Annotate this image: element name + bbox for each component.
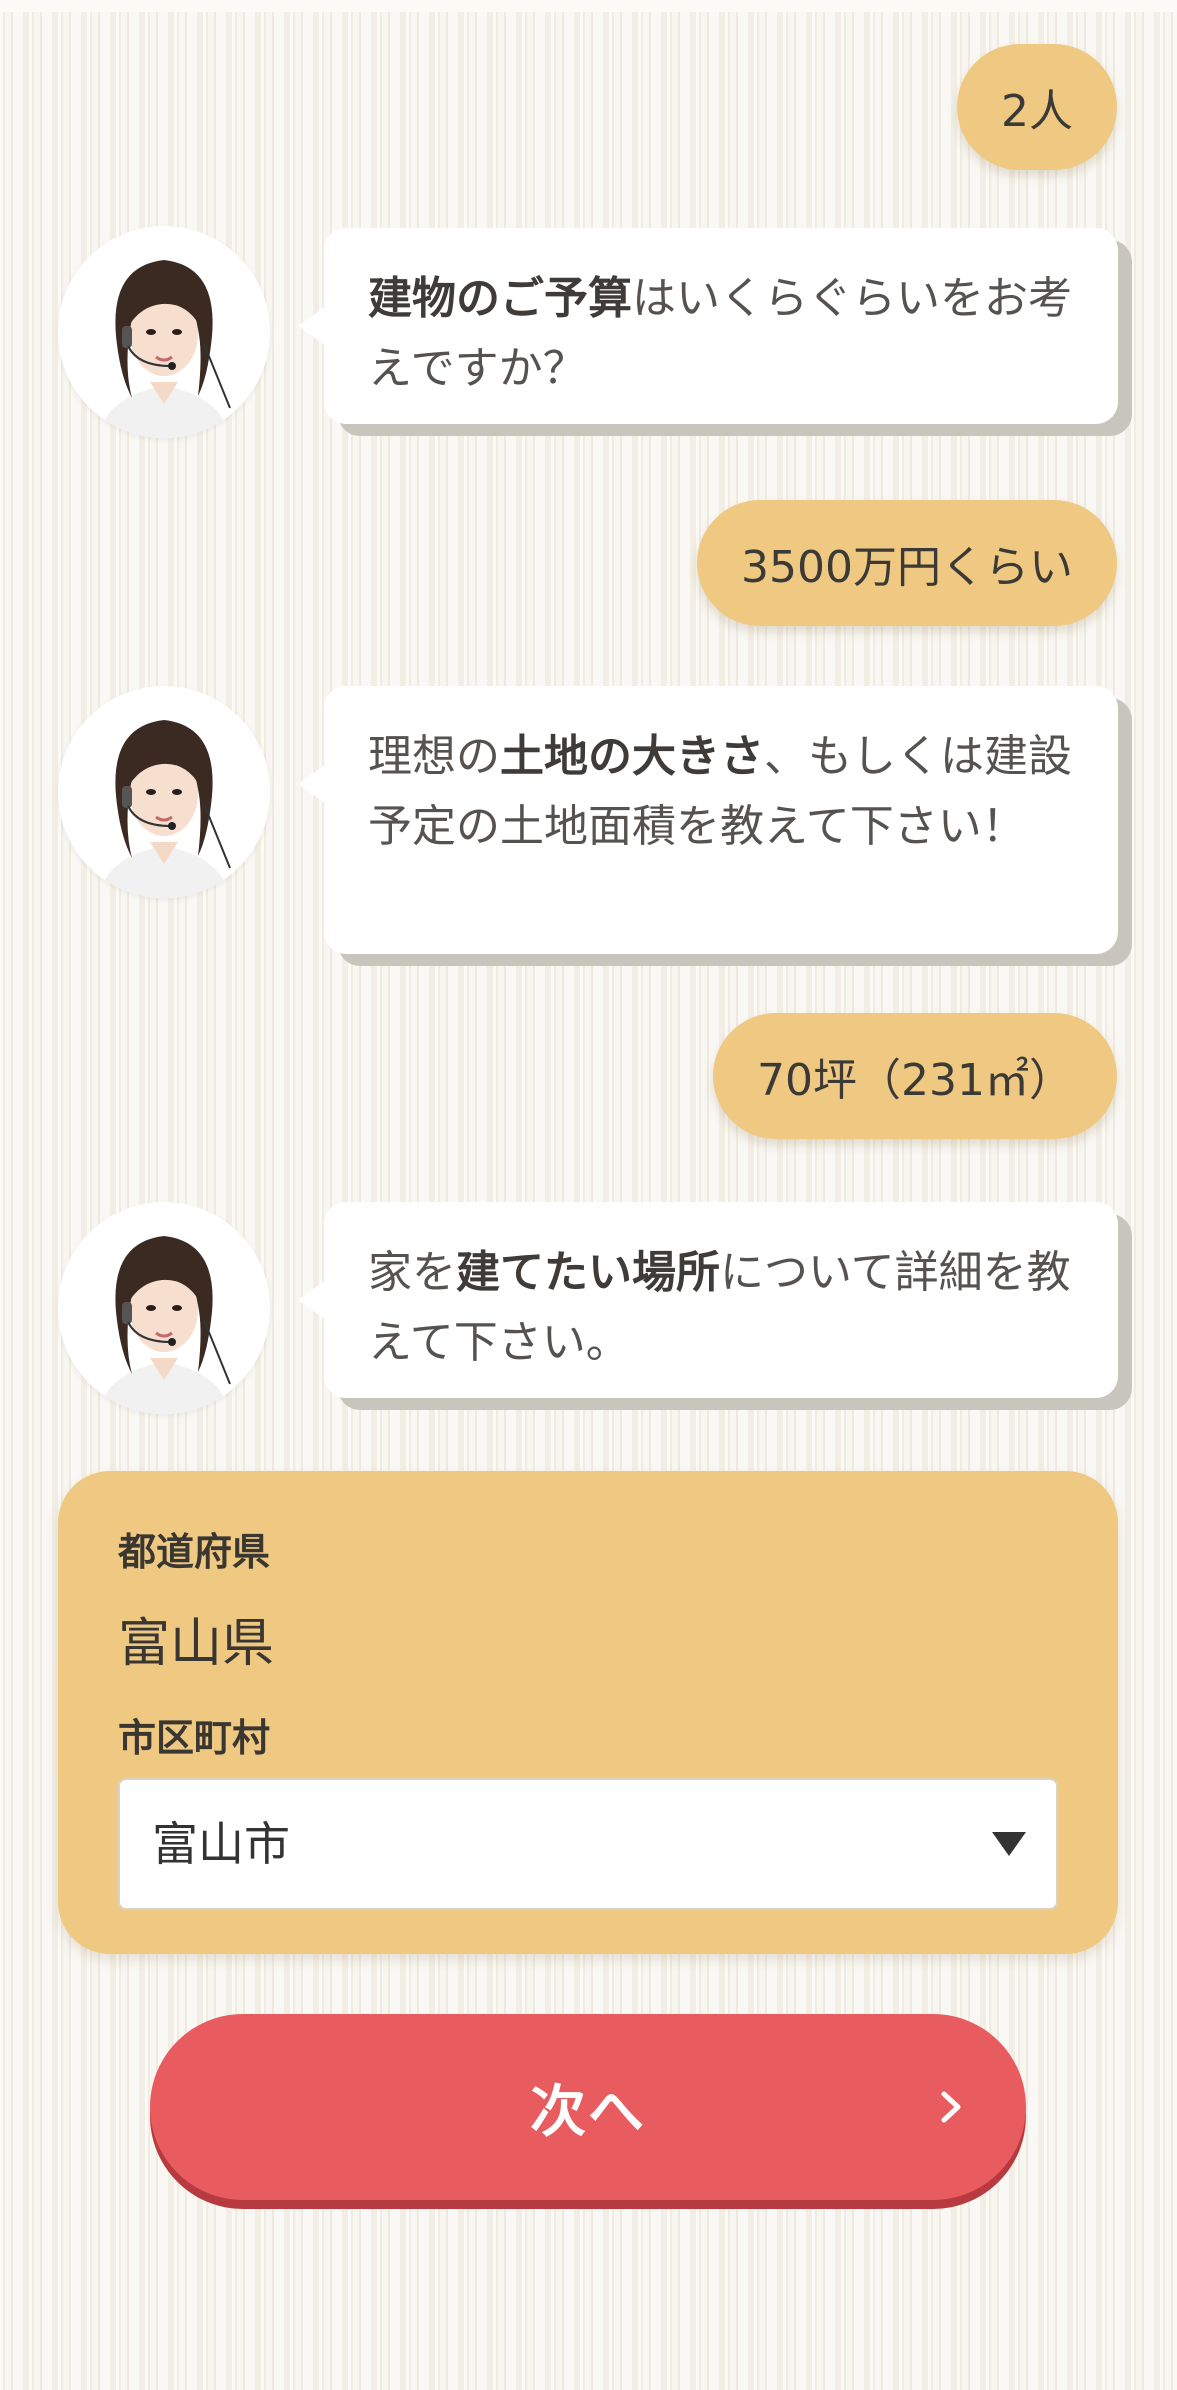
operator-avatar-icon	[58, 226, 270, 438]
budget-keyword: 建物のご予算	[368, 273, 632, 324]
city-selected-value: 富山市	[152, 1817, 290, 1871]
city-label: 市区町村	[118, 1716, 271, 1760]
user-answer-budget: 3500万円くらい	[697, 500, 1117, 626]
next-button-label: 次へ	[530, 2079, 646, 2145]
land-question-prefix: 理想の	[368, 731, 500, 782]
chevron-right-icon	[941, 2091, 961, 2123]
location-keyword: 建てたい場所	[456, 1247, 720, 1298]
location-form-panel: 都道府県 富山県 市区町村 富山市	[58, 1471, 1118, 1954]
next-button[interactable]: 次へ	[150, 2014, 1026, 2200]
prefecture-value: 富山県	[118, 1614, 275, 1674]
operator-avatar-icon	[58, 686, 270, 898]
location-question-prefix: 家を	[368, 1247, 456, 1298]
triangle-down-icon	[992, 1832, 1026, 1856]
bot-question-budget: 建物のご予算はいくらぐらいをお考えですか？	[298, 228, 1118, 424]
city-select[interactable]: 富山市	[118, 1778, 1058, 1910]
top-strip	[0, 0, 1177, 12]
user-answer-land-size: 70坪（231㎡）	[713, 1013, 1117, 1139]
prefecture-label: 都道府県	[118, 1530, 271, 1574]
operator-avatar-icon	[58, 1202, 270, 1414]
land-keyword: 土地の大きさ	[500, 731, 764, 782]
user-answer-people: 2人	[957, 44, 1117, 170]
bot-question-land-size: 理想の土地の大きさ、もしくは建設予定の土地面積を教えて下さい！	[298, 686, 1118, 954]
bot-question-location: 家を建てたい場所について詳細を教えて下さい。	[298, 1202, 1118, 1398]
